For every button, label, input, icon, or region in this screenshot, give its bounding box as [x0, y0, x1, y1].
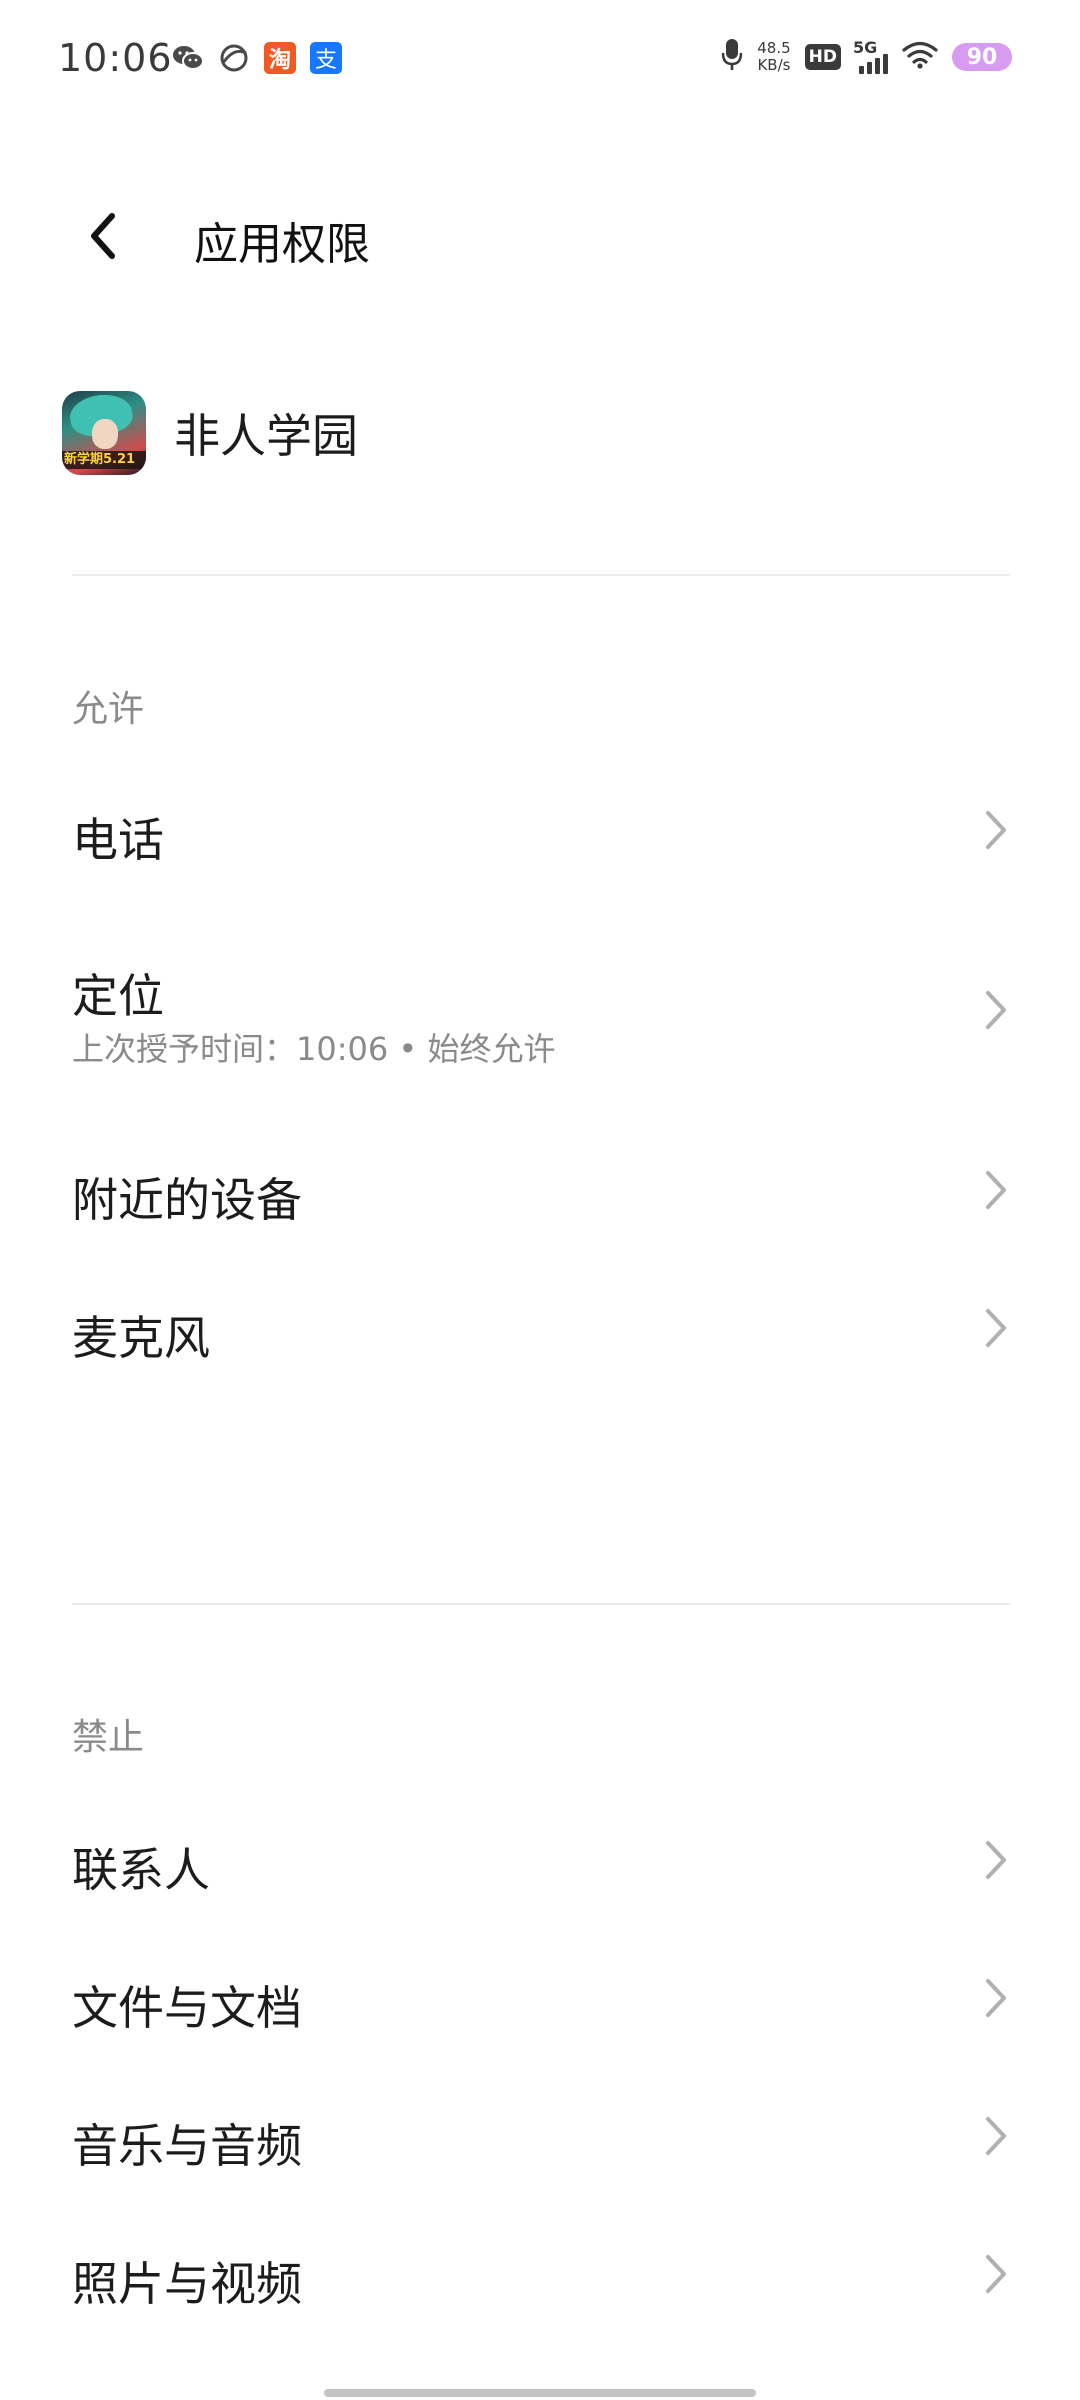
microphone-icon [721, 38, 743, 76]
permission-item-phone[interactable]: 电话 [0, 780, 1080, 880]
permission-label: 定位 [72, 969, 164, 1023]
chevron-right-icon [980, 1976, 1012, 2020]
permission-label: 照片与视频 [72, 2257, 302, 2311]
notification-icons: 淘 支 [172, 42, 342, 74]
permission-label: 音乐与音频 [72, 2119, 302, 2173]
status-time: 10:06 [58, 36, 173, 80]
app-name: 非人学园 [174, 409, 358, 463]
battery-indicator: 90 [952, 43, 1012, 71]
moon-app-icon [218, 42, 250, 74]
permission-label: 文件与文档 [72, 1981, 302, 2035]
cellular-signal-icon: 5G [853, 38, 888, 74]
app-info: 新学期5.21 非人学园 [62, 390, 358, 476]
permission-item-nearby-devices[interactable]: 附近的设备 [0, 1140, 1080, 1240]
section-label-denied: 禁止 [72, 1717, 145, 1758]
section-label-allowed: 允许 [72, 689, 145, 730]
permission-label: 附近的设备 [72, 1173, 302, 1227]
permission-label: 电话 [72, 813, 164, 867]
back-arrow-icon [91, 213, 115, 259]
permission-item-contacts[interactable]: 联系人 [0, 1810, 1080, 1910]
network-speed: 48.5 KB/s [757, 40, 790, 74]
back-button[interactable] [72, 204, 136, 268]
divider [72, 1603, 1010, 1605]
app-icon: 新学期5.21 [62, 391, 146, 475]
status-bar: 10:06 淘 支 48.5 KB/s HD 5G 90 [0, 0, 1080, 120]
chevron-right-icon [980, 988, 1012, 1032]
permission-item-location[interactable]: 定位 上次授予时间：10:06 • 始终允许 [0, 940, 1080, 1080]
permission-label: 联系人 [72, 1843, 210, 1897]
permission-subtitle: 上次授予时间：10:06 • 始终允许 [72, 1030, 556, 1068]
chevron-right-icon [980, 2252, 1012, 2296]
chevron-right-icon [980, 1838, 1012, 1882]
permission-item-microphone[interactable]: 麦克风 [0, 1278, 1080, 1378]
chevron-right-icon [980, 1168, 1012, 1212]
permission-item-photos-videos[interactable]: 照片与视频 [0, 2224, 1080, 2324]
chevron-right-icon [980, 2114, 1012, 2158]
wifi-icon [902, 41, 938, 73]
hd-icon: HD [804, 44, 841, 70]
network-speed-value: 48.5 [757, 39, 791, 57]
header: 应用权限 [0, 180, 1080, 290]
permission-label: 麦克风 [72, 1311, 210, 1365]
wechat-icon [172, 42, 204, 74]
home-indicator[interactable] [324, 2389, 756, 2397]
network-speed-unit: KB/s [757, 56, 791, 74]
app-icon-banner: 新学期5.21 [62, 451, 146, 469]
permission-item-files[interactable]: 文件与文档 [0, 1948, 1080, 2048]
taobao-icon: 淘 [264, 42, 296, 74]
permission-item-music-audio[interactable]: 音乐与音频 [0, 2086, 1080, 2186]
chevron-right-icon [980, 1306, 1012, 1350]
chevron-right-icon [980, 808, 1012, 852]
alipay-icon: 支 [310, 42, 342, 74]
divider [72, 574, 1010, 576]
page-title: 应用权限 [194, 219, 370, 270]
system-icons: 48.5 KB/s HD 5G 90 [721, 38, 1012, 76]
network-type-label: 5G [853, 38, 878, 57]
